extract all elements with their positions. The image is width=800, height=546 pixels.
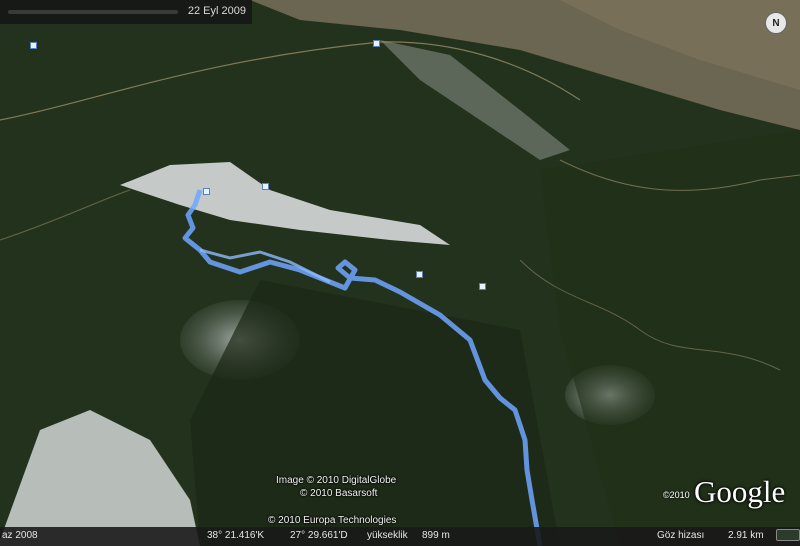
compass-icon[interactable]: N <box>765 12 787 34</box>
credit-basarsoft: © 2010 Basarsoft <box>300 488 378 499</box>
google-logo: Google <box>694 474 786 509</box>
longitude: 27° 29.661'D <box>290 530 348 541</box>
elevation-value: 899 m <box>422 530 450 541</box>
logo-copyright: ©2010 <box>663 490 690 500</box>
imagery-date-left: az 2008 <box>2 530 38 541</box>
placemark-icon[interactable] <box>416 271 423 278</box>
credit-digitalglobe: Image © 2010 DigitalGlobe <box>276 475 397 486</box>
compass-north-label: N <box>772 18 780 29</box>
latitude: 38° 21.416'K <box>207 530 265 541</box>
placemark-icon[interactable] <box>203 188 210 195</box>
placemark-icon[interactable] <box>262 183 269 190</box>
placemark-icon[interactable] <box>479 283 486 290</box>
imagery-date: 22 Eyl 2009 <box>187 5 246 17</box>
terrain-map[interactable] <box>0 0 800 546</box>
historical-imagery-bar[interactable]: 22 Eyl 2009 <box>0 0 252 24</box>
eye-altitude-label: Göz hizası <box>657 530 705 541</box>
elevation-label: yükseklik <box>367 530 408 541</box>
time-slider[interactable] <box>8 10 178 14</box>
placemark-icon[interactable] <box>373 40 380 47</box>
eye-altitude-value: 2.91 km <box>728 530 764 541</box>
status-bar: az 2008 38° 21.416'K 27° 29.661'D yüksek… <box>0 527 800 546</box>
credit-europa: © 2010 Europa Technologies <box>268 515 397 526</box>
eye-altitude-icon <box>776 529 800 541</box>
placemark-icon[interactable] <box>30 42 37 49</box>
